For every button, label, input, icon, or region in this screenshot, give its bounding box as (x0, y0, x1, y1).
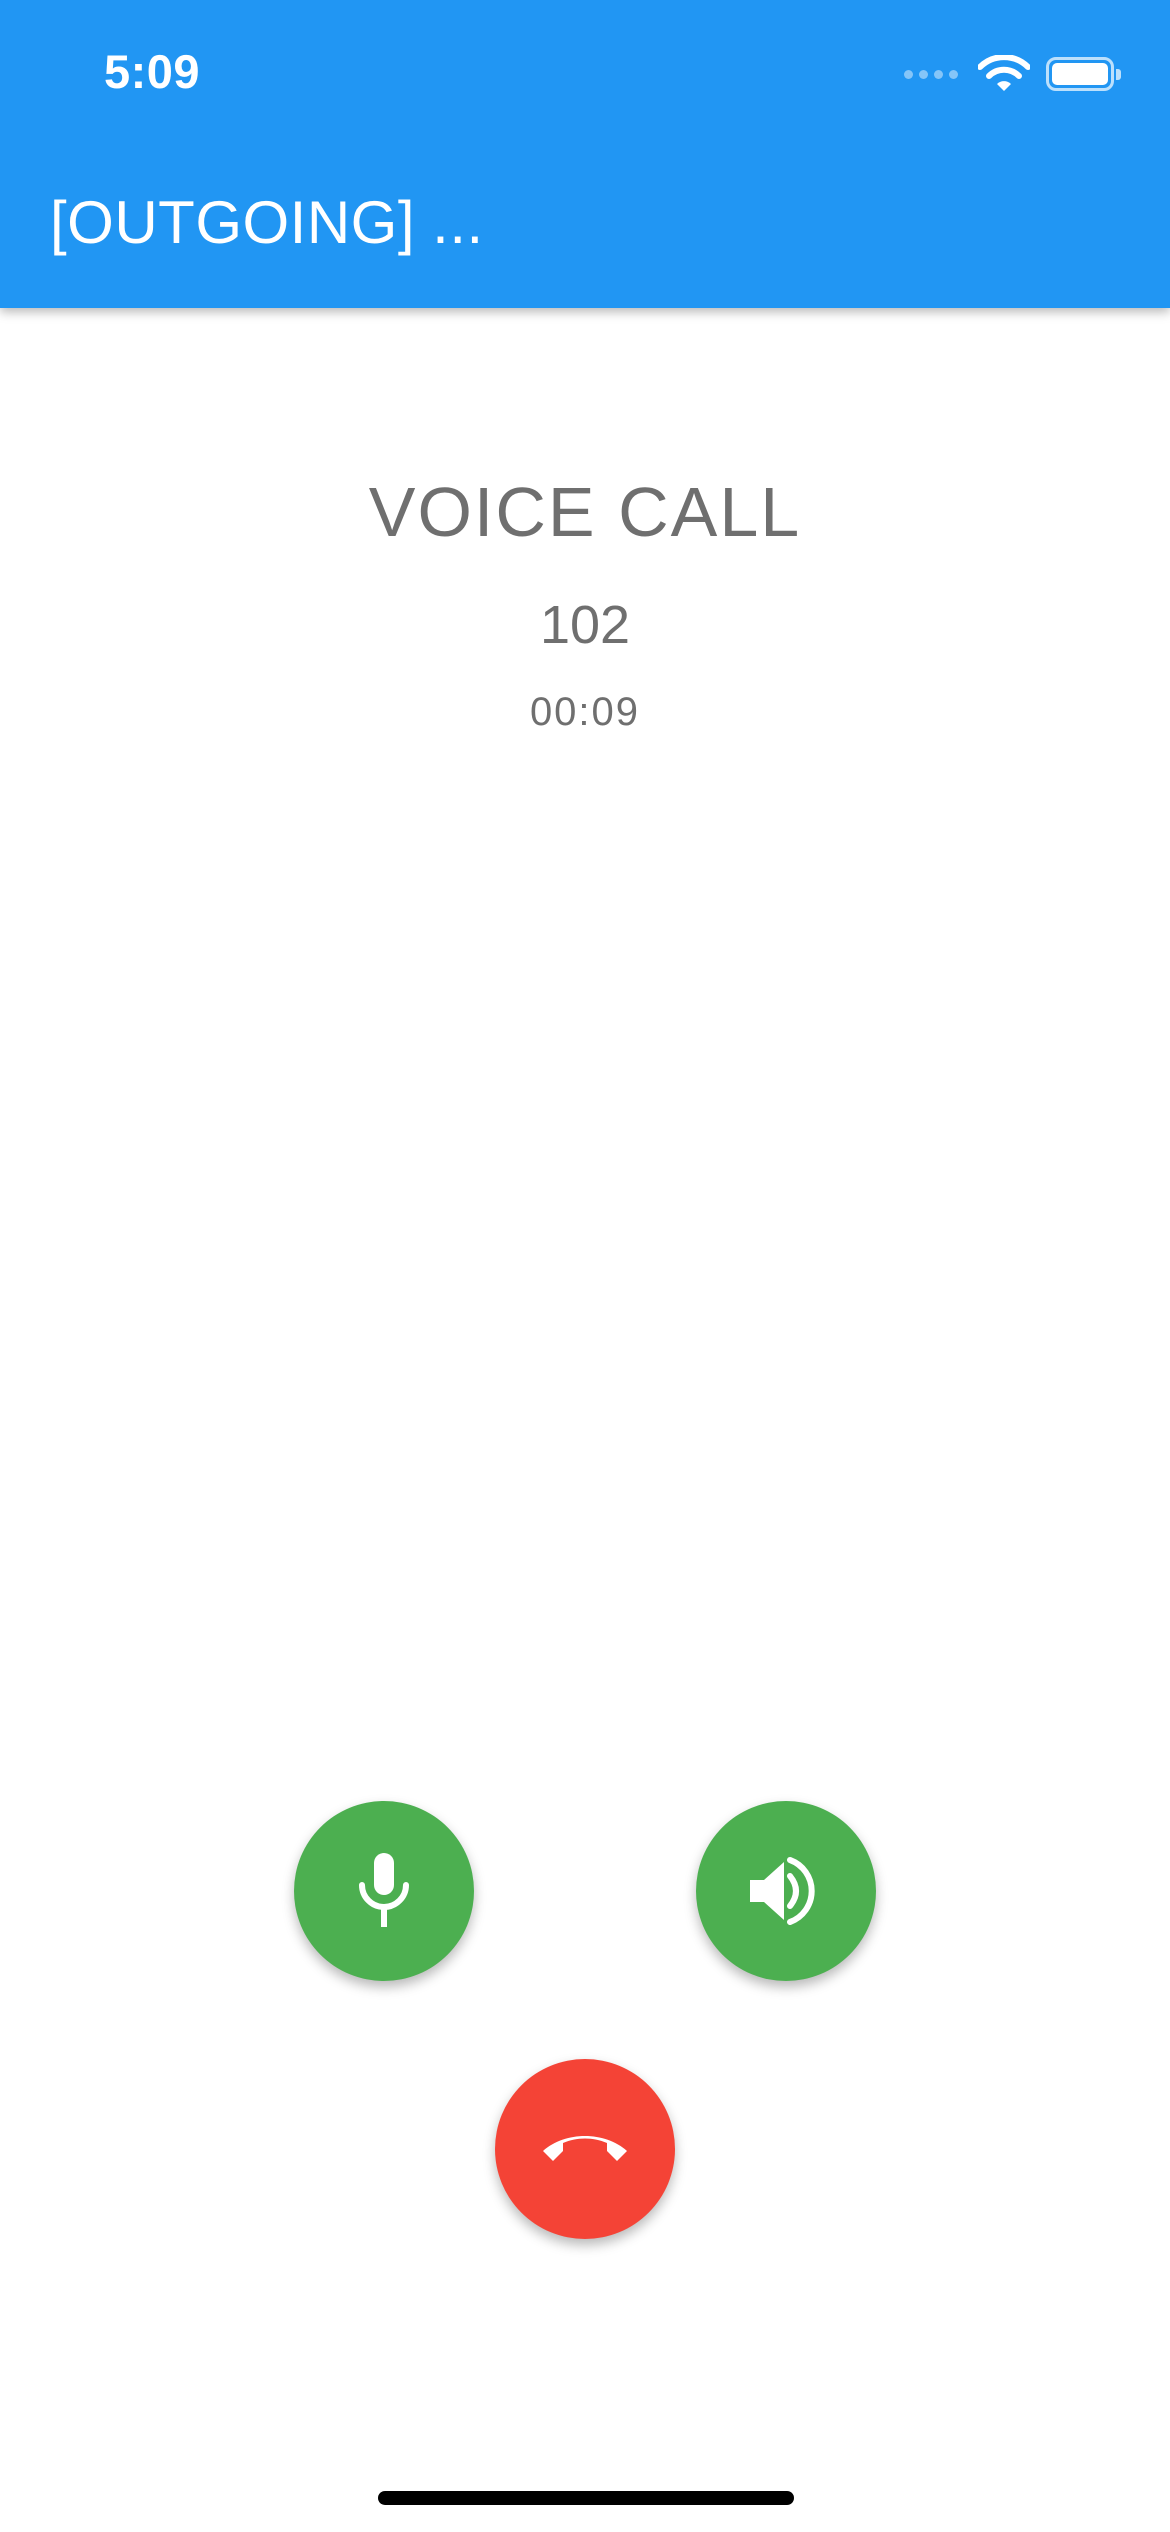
mic-icon (359, 1853, 409, 1927)
call-type-label: VOICE CALL (368, 473, 802, 551)
call-number: 102 (539, 595, 631, 655)
mute-button[interactable] (294, 1801, 474, 1981)
status-time: 5:09 (104, 45, 201, 98)
battery-icon (1046, 57, 1121, 91)
hangup-button[interactable] (495, 2059, 675, 2239)
home-indicator[interactable] (378, 2491, 794, 2505)
speaker-icon (750, 1857, 815, 1925)
page-title: [OUTGOING] ... (50, 189, 484, 256)
speaker-button[interactable] (696, 1801, 876, 1981)
cellular-signal-icon (904, 69, 958, 79)
wifi-icon (978, 55, 1030, 91)
call-duration: 00:09 (529, 690, 641, 734)
app-bar: 5:09 [OUTGOING] ... (0, 0, 1170, 308)
call-end-icon (543, 2136, 627, 2161)
status-icons (904, 52, 1121, 96)
